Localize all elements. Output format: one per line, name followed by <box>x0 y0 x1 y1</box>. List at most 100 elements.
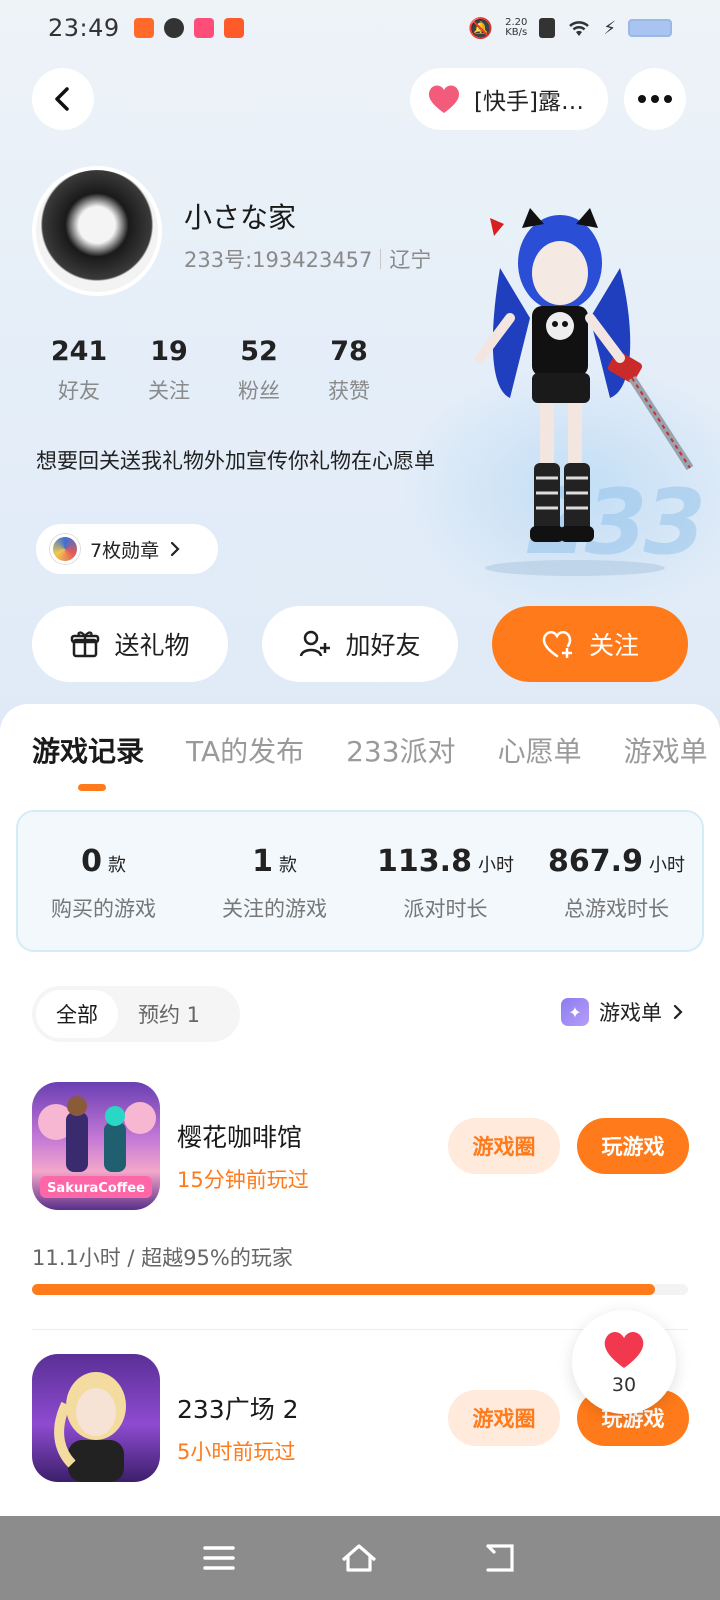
browser-app-icon <box>163 18 184 38</box>
summary-value: 1 <box>252 844 273 879</box>
game-list-link[interactable]: ✦ 游戏单 <box>561 997 684 1027</box>
back-button[interactable] <box>32 68 94 130</box>
summary-label: 总游戏时长 <box>564 897 669 921</box>
stat-likes[interactable]: 78 获赞 <box>304 336 394 405</box>
uid-divider <box>380 249 382 269</box>
game-name: 233广场 2 <box>177 1395 299 1424</box>
game-last-played: 15分钟前玩过 <box>177 1168 309 1192</box>
stat-label: 粉丝 <box>238 379 280 403</box>
heart-plus-icon <box>542 631 572 658</box>
stat-number: 19 <box>150 336 188 367</box>
play-time-rank: 11.1小时 / 超越95%的玩家 <box>32 1246 293 1270</box>
stat-following[interactable]: 19 关注 <box>124 336 214 405</box>
tab-posts[interactable]: TA的发布 <box>186 730 304 770</box>
game-circle-button[interactable]: 游戏圈 <box>448 1390 560 1446</box>
status-time: 23:49 <box>48 14 120 42</box>
menu-icon[interactable] <box>202 1544 236 1572</box>
summary-total-time[interactable]: 867.9 小时 总游戏时长 <box>531 812 702 950</box>
summary-unit: 款 <box>107 855 126 876</box>
sparkle-icon: ✦ <box>561 998 589 1026</box>
stat-number: 78 <box>330 336 368 367</box>
status-right: 🔕 2.20 KB/s ⚡ <box>468 16 672 40</box>
avatar[interactable] <box>32 166 162 296</box>
play-game-button[interactable]: 玩游戏 <box>577 1118 689 1174</box>
notif-app-icon <box>133 18 154 38</box>
stat-label: 好友 <box>58 379 100 403</box>
net-speed-unit: KB/s <box>505 27 528 38</box>
progress-fill <box>32 1284 656 1295</box>
app-233-icon <box>223 18 244 38</box>
game-summary-card: 0款 购买的游戏 1款 关注的游戏 113.8 小时 派对时长 867.9 小时 总… <box>16 810 704 952</box>
filter-all[interactable]: 全部 <box>36 990 118 1038</box>
game-icon-art: SakuraCoffee <box>38 1096 156 1198</box>
summary-unit: 小时 <box>477 855 514 876</box>
gift-icon <box>71 631 100 658</box>
send-gift-label: 送礼物 <box>114 631 190 660</box>
game-icon-sakura-coffee[interactable]: SakuraCoffee <box>32 1082 160 1210</box>
add-user-icon <box>300 630 331 657</box>
stat-number: 52 <box>240 336 278 367</box>
game-last-played: 5小时前玩过 <box>177 1440 296 1464</box>
stat-friends[interactable]: 241 好友 <box>34 336 124 405</box>
medals-button[interactable]: 7枚勋章 <box>36 524 218 574</box>
chevron-right-icon <box>170 541 180 557</box>
tab-game-lists[interactable]: 游戏单 <box>624 730 708 770</box>
game-icon-233-plaza[interactable] <box>32 1354 160 1482</box>
more-button[interactable] <box>624 68 686 130</box>
summary-label: 关注的游戏 <box>222 897 327 921</box>
summary-value: 0 <box>81 844 102 879</box>
more-dots-icon <box>638 95 672 103</box>
status-bar: 23:49 🔕 2.20 KB/s ⚡ <box>0 0 720 56</box>
avatar-character-image[interactable] <box>460 208 700 578</box>
follow-label: 关注 <box>588 631 639 660</box>
back-icon[interactable] <box>482 1542 518 1574</box>
summary-purchased[interactable]: 0款 购买的游戏 <box>18 812 189 950</box>
add-friend-button[interactable]: 加好友 <box>262 606 458 682</box>
game-item[interactable]: SakuraCoffee 樱花咖啡馆 15分钟前玩过 游戏圈 玩游戏 <box>32 1082 692 1212</box>
summary-followed[interactable]: 1款 关注的游戏 <box>189 812 360 950</box>
profile-bio: 想要回关送我礼物外加宣传你礼物在心愿单 <box>36 449 435 473</box>
medals-label: 7枚勋章 <box>90 539 160 562</box>
filter-reserve[interactable]: 预约 1 <box>118 990 220 1038</box>
status-app-icons <box>133 18 244 38</box>
video-app-icon <box>193 18 214 38</box>
tab-game-records[interactable]: 游戏记录 <box>32 730 144 770</box>
profile-uid-row: 233号:193423457 辽宁 <box>184 244 431 274</box>
home-icon[interactable] <box>339 1542 379 1574</box>
stat-label: 关注 <box>148 379 190 403</box>
heart-icon <box>604 1332 644 1368</box>
floating-like-button[interactable]: 30 <box>572 1310 676 1414</box>
chevron-right-icon <box>673 1004 683 1020</box>
tab-233-party[interactable]: 233派对 <box>346 730 455 770</box>
game-list-label: 游戏单 <box>599 1001 662 1025</box>
like-count: 30 <box>611 1374 637 1396</box>
net-speed: 2.20 KB/s <box>505 18 527 38</box>
send-gift-button[interactable]: 送礼物 <box>32 606 228 682</box>
follow-button[interactable]: 关注 <box>492 606 688 682</box>
stat-fans[interactable]: 52 粉丝 <box>214 336 304 405</box>
play-time-progress-bar <box>32 1284 688 1295</box>
mute-icon: 🔕 <box>468 16 494 40</box>
system-nav-bar <box>0 1516 720 1600</box>
profile-region: 辽宁 <box>389 248 432 272</box>
summary-unit: 款 <box>278 855 297 876</box>
summary-unit: 小时 <box>648 855 685 876</box>
stat-number: 241 <box>50 336 108 367</box>
back-arrow-icon <box>55 87 69 111</box>
summary-party-time[interactable]: 113.8 小时 派对时长 <box>360 812 531 950</box>
add-friend-label: 加好友 <box>345 631 421 660</box>
charging-icon: ⚡ <box>603 17 616 39</box>
wifi-icon <box>569 21 590 36</box>
profile-name: 小さな家 <box>184 201 297 234</box>
game-icon-text: SakuraCoffee <box>47 1181 145 1196</box>
game-circle-button[interactable]: 游戏圈 <box>448 1118 560 1174</box>
heart-icon <box>428 85 460 113</box>
vip-pill[interactable]: [快手]露… <box>410 68 608 130</box>
tab-wishlist[interactable]: 心愿单 <box>498 730 582 770</box>
summary-value: 867.9 <box>548 844 643 879</box>
active-tab-indicator <box>78 784 106 791</box>
stat-label: 获赞 <box>328 379 370 403</box>
sim-off-icon <box>539 18 556 38</box>
game-filter: 全部 预约 1 <box>32 986 240 1042</box>
summary-label: 购买的游戏 <box>51 897 156 921</box>
